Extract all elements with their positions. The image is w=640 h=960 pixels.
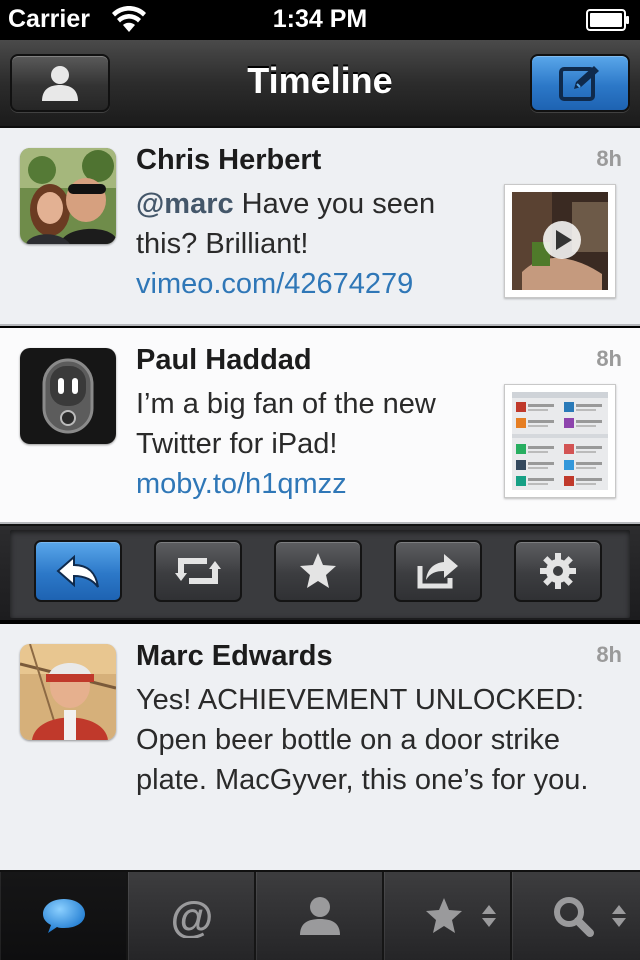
media-thumbnail[interactable] [504, 184, 616, 298]
reply-button[interactable] [34, 540, 122, 602]
author-name[interactable]: Paul Haddad [136, 344, 312, 377]
share-button[interactable] [394, 540, 482, 602]
tab-mentions[interactable]: @ [128, 872, 256, 960]
mentions-icon: @ [171, 894, 214, 938]
battery-icon [586, 9, 629, 31]
mention-link[interactable]: @marc [136, 188, 234, 220]
tweet-body: I’m a big fan of the new Twitter for iPa… [136, 388, 436, 460]
media-thumbnail[interactable] [504, 384, 616, 498]
tweet-action-bar [0, 524, 640, 622]
chevron-updown-icon [482, 905, 496, 927]
tab-search[interactable] [512, 872, 640, 960]
tweet-text: I’m a big fan of the new Twitter for iPa… [136, 384, 496, 504]
tweet-cell[interactable]: Chris Herbert 8h @marc Have you seen thi… [0, 128, 640, 326]
settings-icon [540, 553, 576, 589]
tweet-text: @marc Have you seen this? Brilliant! vim… [136, 184, 496, 304]
timestamp: 8h [596, 146, 622, 171]
favorites-icon [426, 898, 462, 933]
tab-profile[interactable] [256, 872, 384, 960]
tweet-link[interactable]: vimeo.com/42674279 [136, 268, 413, 300]
compose-button[interactable] [530, 54, 630, 112]
tab-favorites[interactable] [384, 872, 512, 960]
favorite-icon [300, 553, 336, 588]
status-bar: Carrier 1:34 PM [0, 0, 640, 40]
avatar[interactable] [20, 348, 116, 444]
avatar[interactable] [20, 644, 116, 740]
clock: 1:34 PM [272, 5, 368, 33]
svg-text:@: @ [171, 894, 214, 938]
avatar[interactable] [20, 148, 116, 244]
search-icon [554, 897, 594, 937]
tweet-cell[interactable]: Paul Haddad 8h I’m a big fan of the new … [0, 328, 640, 524]
timeline-icon [43, 899, 85, 933]
share-icon [417, 554, 458, 589]
timestamp: 8h [596, 642, 622, 667]
tab-bar: @ [0, 870, 640, 960]
favorite-button[interactable] [274, 540, 362, 602]
retweet-button[interactable] [154, 540, 242, 602]
reply-icon [56, 554, 99, 588]
navigation-bar: Timeline [0, 40, 640, 128]
tweet-text: Yes! ACHIEVEMENT UNLOCKED: Open beer bot… [136, 684, 589, 796]
author-name[interactable]: Chris Herbert [136, 144, 321, 177]
retweet-icon [175, 558, 221, 584]
tab-timeline[interactable] [0, 872, 128, 960]
chevron-updown-icon [612, 905, 626, 927]
profile-icon [300, 897, 340, 935]
settings-button[interactable] [514, 540, 602, 602]
compose-icon [559, 66, 599, 101]
timestamp: 8h [596, 346, 622, 371]
tweet-link[interactable]: moby.to/h1qmzz [136, 468, 347, 500]
tweet-cell[interactable]: Marc Edwards 8h Yes! ACHIEVEMENT UNLOCKE… [0, 624, 640, 870]
author-name[interactable]: Marc Edwards [136, 640, 333, 673]
